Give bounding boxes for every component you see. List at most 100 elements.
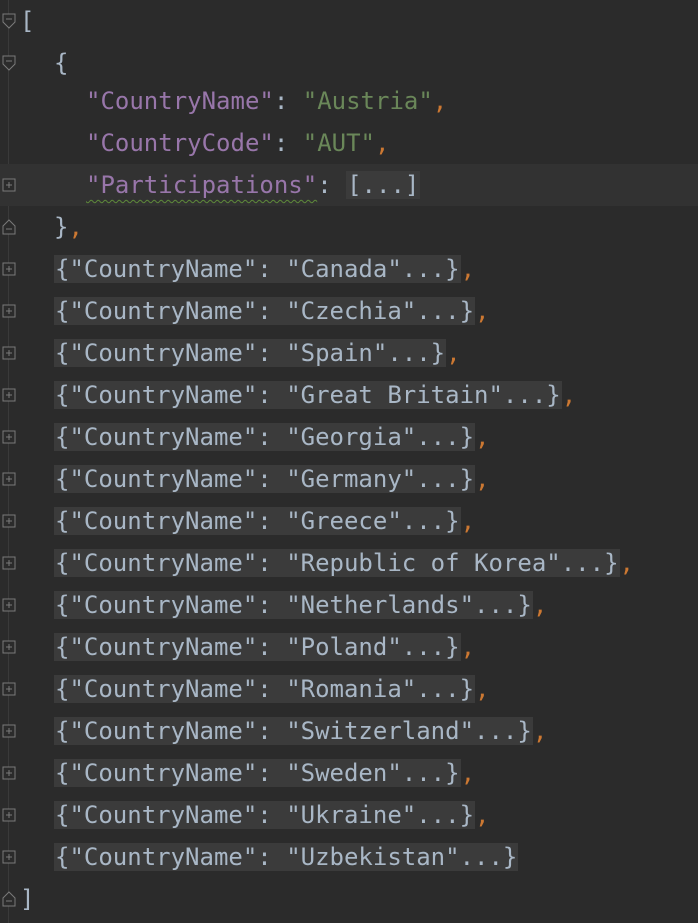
fold-expand-icon[interactable]	[2, 513, 16, 529]
comma: ,	[460, 507, 476, 535]
colon: :	[273, 129, 303, 157]
fold-expand-icon[interactable]	[2, 387, 16, 403]
folded-object-line: {"CountryName": "Canada"...},	[0, 248, 698, 290]
code-line: },	[0, 206, 698, 248]
comma: ,	[475, 423, 490, 451]
fold-expand-icon[interactable]	[2, 555, 16, 571]
fold-expand-icon[interactable]	[2, 429, 16, 445]
folded-object: {"CountryName": "Romania"...},	[54, 668, 489, 710]
folded-object: {"CountryName": "Switzerland"...},	[54, 710, 547, 752]
fold-expand-icon[interactable]	[2, 681, 16, 697]
fold-expand-icon[interactable]	[2, 471, 16, 487]
fold-expand-icon[interactable]	[2, 597, 16, 613]
code-line: {	[0, 42, 698, 84]
folded-object: {"CountryName": "Greece"...},	[54, 500, 475, 542]
comma: ,	[460, 759, 476, 787]
json-key: "CountryName"	[86, 87, 274, 115]
comma: ,	[460, 633, 476, 661]
folded-object-placeholder[interactable]: {"CountryName": "Switzerland"...}	[54, 717, 533, 745]
folded-object-line: {"CountryName": "Czechia"...},	[0, 290, 698, 332]
open-brace: {	[54, 49, 69, 77]
folded-object-placeholder[interactable]: {"CountryName": "Netherlands"...}	[54, 591, 533, 619]
folded-object-line: {"CountryName": "Poland"...},	[0, 626, 698, 668]
folded-object: {"CountryName": "Great Britain"...},	[54, 374, 576, 416]
property-line-country-code: "CountryCode": "AUT",	[86, 122, 389, 164]
comma: ,	[446, 339, 461, 367]
folded-object-placeholder[interactable]: {"CountryName": "Canada"...}	[54, 255, 461, 283]
fold-expand-icon[interactable]	[2, 723, 16, 739]
colon: :	[317, 171, 347, 199]
property-line-country-name: "CountryName": "Austria",	[86, 80, 447, 122]
code-line: ]	[0, 878, 698, 920]
folded-object-placeholder[interactable]: {"CountryName": "Greece"...}	[54, 507, 461, 535]
comma: ,	[475, 297, 490, 325]
comma: ,	[432, 87, 448, 115]
folded-object-placeholder[interactable]: {"CountryName": "Spain"...}	[54, 339, 447, 367]
folded-object-line: {"CountryName": "Netherlands"...},	[0, 584, 698, 626]
fold-expand-icon[interactable]	[2, 765, 16, 781]
comma: ,	[561, 381, 577, 409]
comma: ,	[619, 549, 634, 577]
fold-expand-icon[interactable]	[2, 261, 16, 277]
folded-object-placeholder[interactable]: {"CountryName": "Romania"...}	[54, 675, 476, 703]
code-line: "CountryCode": "AUT",	[0, 122, 698, 164]
folded-object: {"CountryName": "Poland"...},	[54, 626, 475, 668]
folded-object: {"CountryName": "Spain"...},	[54, 332, 461, 374]
fold-expand-icon[interactable]	[2, 345, 16, 361]
folded-object: {"CountryName": "Ukraine"...},	[54, 794, 489, 836]
comma: ,	[475, 465, 490, 493]
folded-object: {"CountryName": "Czechia"...},	[54, 290, 489, 332]
json-string-value: "Austria"	[302, 87, 433, 115]
code-line-current: "Participations": [...]	[0, 164, 698, 206]
folded-object: {"CountryName": "Uzbekistan"...}	[54, 836, 519, 878]
fold-expand-icon[interactable]	[2, 849, 16, 865]
folded-object-placeholder[interactable]: {"CountryName": "Poland"...}	[54, 633, 461, 661]
close-bracket: ]	[20, 885, 35, 913]
fold-collapse-icon[interactable]	[2, 13, 16, 29]
folded-object-line: {"CountryName": "Republic of Korea"...},	[0, 542, 698, 584]
code-line: "CountryName": "Austria",	[0, 80, 698, 122]
folded-object-placeholder[interactable]: {"CountryName": "Georgia"...}	[54, 423, 476, 451]
folded-object-line: {"CountryName": "Spain"...},	[0, 332, 698, 374]
fold-expand-icon[interactable]	[2, 807, 16, 823]
folded-object-placeholder[interactable]: {"CountryName": "Uzbekistan"...}	[54, 843, 519, 871]
folded-object-placeholder[interactable]: {"CountryName": "Sweden"...}	[54, 759, 461, 787]
folded-object-line: {"CountryName": "Great Britain"...},	[0, 374, 698, 416]
folded-object: {"CountryName": "Georgia"...},	[54, 416, 489, 458]
folded-object-placeholder[interactable]: {"CountryName": "Germany"...}	[54, 465, 476, 493]
property-line-participations: "Participations": [...]	[86, 164, 421, 206]
comma: ,	[532, 717, 548, 745]
folded-object-line: {"CountryName": "Greece"...},	[0, 500, 698, 542]
folded-object-line: {"CountryName": "Romania"...},	[0, 668, 698, 710]
folded-object-placeholder[interactable]: {"CountryName": "Great Britain"...}	[54, 381, 562, 409]
folded-object-line: {"CountryName": "Sweden"...},	[0, 752, 698, 794]
folded-object: {"CountryName": "Sweden"...},	[54, 752, 475, 794]
folded-object: {"CountryName": "Netherlands"...},	[54, 584, 547, 626]
code-line: [	[0, 0, 698, 42]
folded-object-line: {"CountryName": "Uzbekistan"...}	[0, 836, 698, 878]
folded-array-placeholder[interactable]: [...]	[346, 171, 421, 199]
fold-collapse-icon[interactable]	[2, 55, 16, 71]
folded-object: {"CountryName": "Republic of Korea"...},	[54, 542, 634, 584]
fold-expand-icon[interactable]	[2, 177, 16, 193]
folded-object-placeholder[interactable]: {"CountryName": "Republic of Korea"...}	[54, 549, 620, 577]
open-bracket: [	[20, 7, 35, 35]
fold-end-icon[interactable]	[2, 219, 16, 235]
folded-object-placeholder[interactable]: {"CountryName": "Ukraine"...}	[54, 801, 476, 829]
fold-expand-icon[interactable]	[2, 639, 16, 655]
comma: ,	[375, 129, 390, 157]
folded-object-line: {"CountryName": "Georgia"...},	[0, 416, 698, 458]
folded-object-line: {"CountryName": "Germany"...},	[0, 458, 698, 500]
code-editor[interactable]: [ { "CountryName": "Austria", "CountryCo…	[0, 0, 698, 923]
fold-expand-icon[interactable]	[2, 303, 16, 319]
close-brace: },	[54, 213, 83, 241]
folded-object-placeholder[interactable]: {"CountryName": "Czechia"...}	[54, 297, 476, 325]
folded-object-line: {"CountryName": "Ukraine"...},	[0, 794, 698, 836]
comma: ,	[532, 591, 548, 619]
fold-end-icon[interactable]	[2, 891, 16, 907]
folded-object: {"CountryName": "Germany"...},	[54, 458, 489, 500]
comma: ,	[475, 801, 490, 829]
folded-object: {"CountryName": "Canada"...},	[54, 248, 475, 290]
folded-object-line: {"CountryName": "Switzerland"...},	[0, 710, 698, 752]
colon: :	[273, 87, 303, 115]
